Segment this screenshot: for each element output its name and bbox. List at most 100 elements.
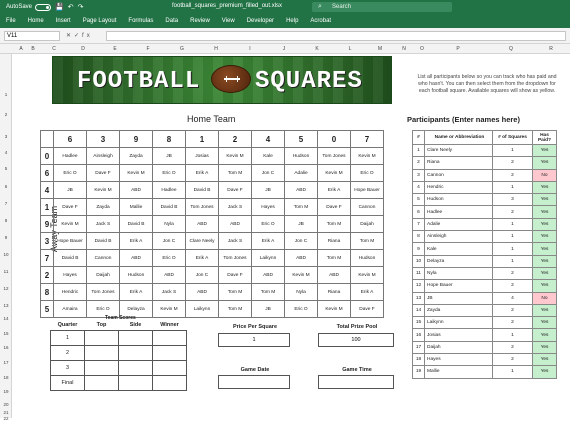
participant-name[interactable]: Ainsleigh: [424, 230, 493, 244]
grid-square[interactable]: Hudson: [284, 147, 318, 165]
grid-square[interactable]: David B: [53, 249, 87, 267]
grid-square[interactable]: ABD: [317, 266, 351, 284]
grid-square[interactable]: Clare Neely: [185, 232, 219, 250]
grid-square[interactable]: Kevin M: [317, 300, 351, 318]
participant-squares[interactable]: 1: [492, 230, 533, 244]
top-score-cell[interactable]: [84, 374, 119, 391]
participant-name[interactable]: Hendric: [424, 180, 493, 195]
top-score-cell[interactable]: [84, 329, 119, 346]
column-header[interactable]: P: [430, 46, 486, 52]
ribbon-tab-insert[interactable]: Insert: [56, 18, 71, 24]
grid-square[interactable]: Hudson: [119, 266, 153, 284]
grid-square[interactable]: Kevin M: [317, 164, 351, 182]
grid-square[interactable]: Jon C: [284, 232, 318, 250]
participant-name[interactable]: Cannon: [424, 168, 493, 182]
participant-name[interactable]: Nyla: [424, 266, 493, 281]
participant-squares[interactable]: 2: [492, 205, 533, 219]
top-score-cell[interactable]: [84, 359, 119, 376]
column-header[interactable]: N: [396, 46, 412, 52]
grid-square[interactable]: Riana: [317, 283, 351, 301]
column-header[interactable]: G: [166, 46, 198, 52]
participant-paid[interactable]: Yes: [532, 328, 557, 342]
grid-square[interactable]: David B: [86, 232, 120, 250]
grid-square[interactable]: Erik A: [119, 232, 153, 250]
grid-square[interactable]: Kevin M: [350, 266, 384, 284]
grid-square[interactable]: Kevin M: [152, 300, 186, 318]
grid-square[interactable]: Dave F: [317, 198, 351, 216]
participant-name[interactable]: Hudson: [424, 193, 493, 207]
winner-cell[interactable]: [152, 374, 187, 391]
column-header[interactable]: B: [28, 46, 38, 52]
grid-square[interactable]: Kevin M: [86, 181, 120, 199]
participant-paid[interactable]: Yes: [532, 365, 557, 379]
participant-paid[interactable]: Yes: [532, 303, 557, 318]
participant-name[interactable]: Laikynn: [424, 316, 493, 330]
game-time-value[interactable]: [318, 375, 394, 389]
row-header[interactable]: 12: [0, 286, 12, 291]
grid-square[interactable]: Hayes: [53, 266, 87, 284]
participant-name[interactable]: Delayza: [424, 254, 493, 268]
column-header[interactable]: R: [534, 46, 568, 52]
row-header[interactable]: 19: [0, 389, 12, 394]
column-header[interactable]: C: [40, 46, 68, 52]
participant-name[interactable]: Hope Bauer: [424, 279, 493, 293]
grid-square[interactable]: ABD: [185, 215, 219, 233]
grid-square[interactable]: Tom Jones: [218, 249, 252, 267]
participant-paid[interactable]: Yes: [532, 254, 557, 268]
row-header[interactable]: 3: [0, 134, 12, 139]
participant-squares[interactable]: 2: [492, 279, 533, 293]
formula-input[interactable]: [106, 31, 566, 41]
grid-square[interactable]: Dave F: [218, 266, 252, 284]
grid-square[interactable]: ABD: [119, 249, 153, 267]
participant-paid[interactable]: Yes: [532, 143, 557, 158]
participant-squares[interactable]: 2: [492, 353, 533, 367]
grid-square[interactable]: Josias: [185, 147, 219, 165]
ribbon-tab-help[interactable]: Help: [286, 18, 298, 24]
row-header[interactable]: 8: [0, 218, 12, 223]
row-header[interactable]: 5: [0, 166, 12, 171]
grid-square[interactable]: Riana: [317, 232, 351, 250]
row-header[interactable]: 4: [0, 150, 12, 155]
ribbon-tab-acrobat[interactable]: Acrobat: [310, 18, 331, 24]
grid-square[interactable]: Zayda: [119, 147, 153, 165]
participant-name[interactable]: Adalie: [424, 217, 493, 232]
participant-squares[interactable]: 2: [492, 340, 533, 355]
grid-square[interactable]: Cannon: [86, 249, 120, 267]
participant-name[interactable]: Kale: [424, 242, 493, 256]
grid-square[interactable]: Dave F: [350, 300, 384, 318]
column-header[interactable]: F: [132, 46, 164, 52]
grid-square[interactable]: Ainsleigh: [86, 147, 120, 165]
participant-name[interactable]: Hadlee: [424, 205, 493, 219]
grid-square[interactable]: Tom Jones: [185, 198, 219, 216]
row-header[interactable]: 2: [0, 112, 12, 117]
grid-square[interactable]: ABD: [284, 181, 318, 199]
grid-square[interactable]: JB: [53, 181, 87, 199]
side-score-cell[interactable]: [118, 329, 153, 346]
grid-square[interactable]: Eric O: [152, 249, 186, 267]
autosave-toggle[interactable]: [35, 3, 52, 11]
row-header[interactable]: 7: [0, 201, 12, 206]
grid-square[interactable]: Eric O: [53, 164, 87, 182]
participant-paid[interactable]: Yes: [532, 217, 557, 232]
grid-square[interactable]: Amaira: [53, 300, 87, 318]
winner-cell[interactable]: [152, 359, 187, 376]
column-header[interactable]: K: [302, 46, 332, 52]
row-header[interactable]: 11: [0, 269, 12, 274]
row-header[interactable]: 13: [0, 303, 12, 308]
participant-squares[interactable]: 2: [492, 316, 533, 330]
total-prize-pool-value[interactable]: 100: [318, 333, 394, 347]
participant-name[interactable]: Zayda: [424, 303, 493, 318]
grid-square[interactable]: Hadlee: [152, 181, 186, 199]
top-score-cell[interactable]: [84, 344, 119, 361]
grid-square[interactable]: Eric O: [152, 164, 186, 182]
row-header[interactable]: 17: [0, 360, 12, 365]
grid-square[interactable]: Zayda: [86, 198, 120, 216]
name-box[interactable]: V11: [4, 31, 60, 41]
grid-square[interactable]: Tom M: [284, 198, 318, 216]
participant-paid[interactable]: Yes: [532, 266, 557, 281]
row-header[interactable]: 6: [0, 184, 12, 189]
grid-square[interactable]: Dave F: [86, 164, 120, 182]
row-header[interactable]: 14: [0, 316, 12, 321]
grid-square[interactable]: Tom Jones: [86, 283, 120, 301]
grid-square[interactable]: JB: [284, 215, 318, 233]
